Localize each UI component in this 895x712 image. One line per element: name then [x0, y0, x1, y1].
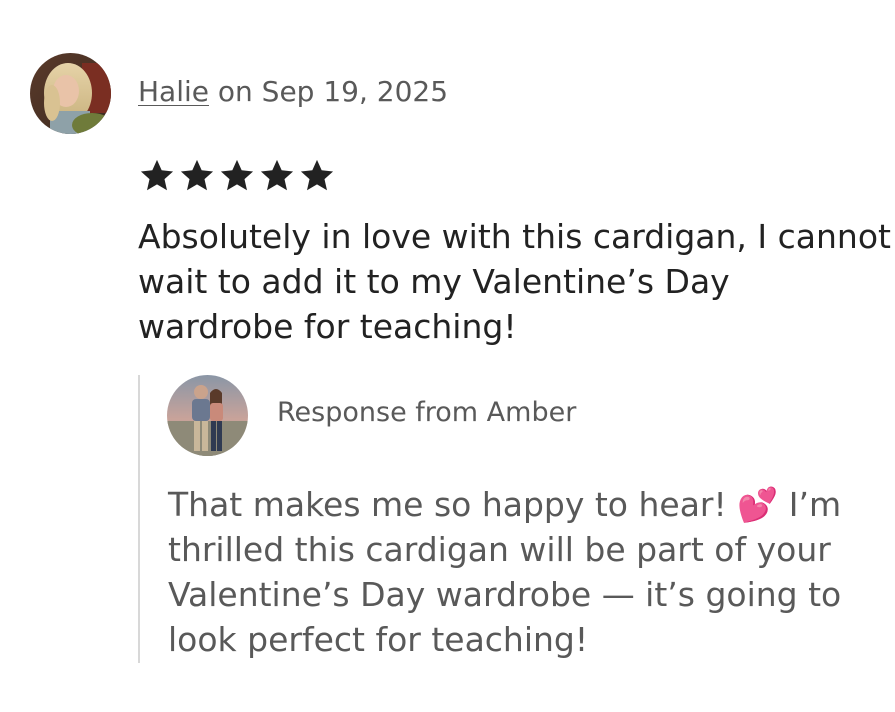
star-filled-icon	[178, 156, 216, 196]
review-text: Absolutely in love with this cardigan, I…	[138, 217, 891, 346]
response-from-label: Response from Amber	[277, 397, 577, 428]
reviewer-avatar[interactable]	[30, 53, 111, 134]
response-text: That makes me so happy to hear! 💕 I’m th…	[168, 485, 842, 659]
review-meta: Halie on Sep 19, 2025	[138, 74, 448, 110]
review-card: Halie on Sep 19, 2025 Absolutely in love…	[0, 0, 895, 712]
seller-avatar[interactable]	[167, 375, 248, 456]
star-filled-icon	[218, 156, 256, 196]
reviewer-name-link[interactable]: Halie	[138, 75, 209, 108]
star-filled-icon	[298, 156, 336, 196]
seller-response: Response from Amber That makes me so hap…	[138, 375, 890, 663]
star-filled-icon	[138, 156, 176, 196]
star-filled-icon	[258, 156, 296, 196]
star-rating	[138, 156, 336, 196]
seller-photo	[167, 375, 248, 456]
review-date: on Sep 19, 2025	[217, 75, 449, 108]
reviewer-photo	[30, 53, 111, 134]
